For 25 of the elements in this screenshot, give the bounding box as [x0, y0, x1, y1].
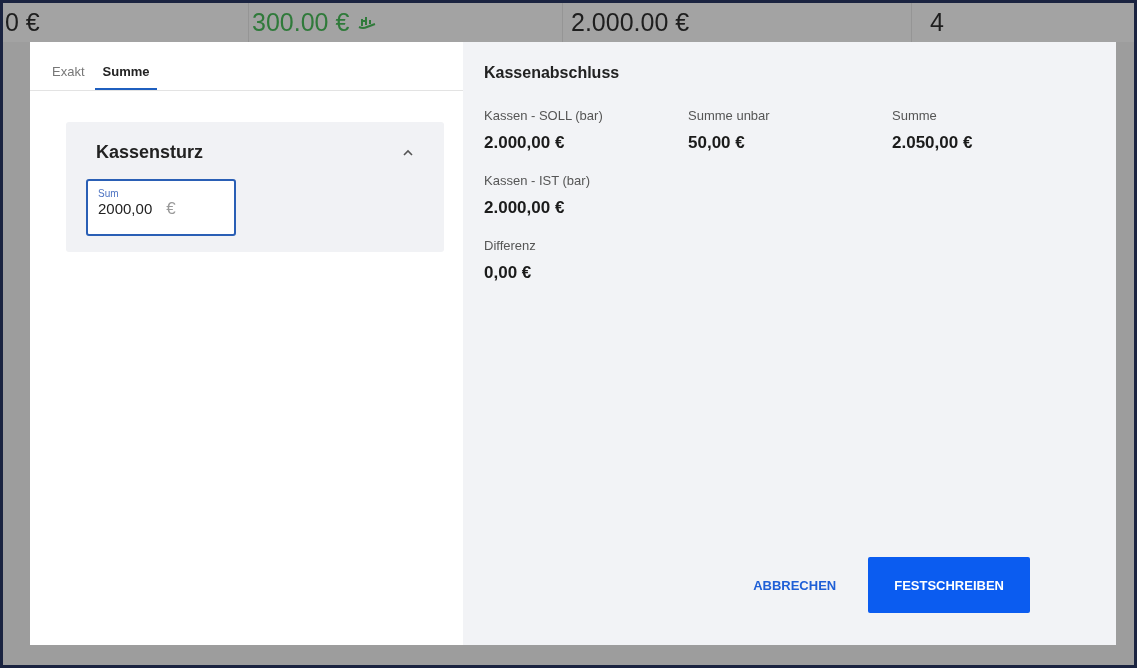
summary-label: Summe — [892, 108, 938, 123]
summary-label: Summe unbar — [688, 108, 771, 123]
field-label: Sum — [98, 188, 120, 199]
cancel-button[interactable]: ABBRECHEN — [731, 557, 859, 613]
amount-text: 0 € — [5, 8, 40, 37]
summary-value: 0,00 € — [484, 263, 533, 283]
panel-title: Kassenabschluss — [484, 64, 621, 82]
summary-label: Kassen - IST (bar) — [484, 173, 591, 188]
tab[interactable]: Summe — [94, 42, 158, 90]
summary-value: 50,00 € — [688, 133, 746, 153]
summary-value: 2.000,00 € — [484, 133, 566, 153]
summary-value: 2.000,00 € — [484, 198, 566, 218]
summary-value: 2.050,00 € — [892, 133, 974, 153]
card-title: Kassensturz — [96, 142, 204, 163]
tab[interactable]: Exakt — [46, 42, 91, 90]
summary-label: Kassen - SOLL (bar) — [484, 108, 604, 123]
commit-button[interactable]: FESTSCHREIBEN — [868, 557, 1030, 613]
input-field[interactable]: Sum 2000,00 € — [86, 179, 236, 236]
currency-suffix: € — [166, 199, 176, 219]
amount-text: 4 — [930, 8, 944, 37]
summary-label: Differenz — [484, 238, 537, 253]
field-value: 2000,00 — [98, 200, 153, 217]
amount-text: 300.00 € — [252, 8, 350, 37]
chevron-icon[interactable] — [402, 148, 414, 157]
amount-text: 2.000.00 € — [571, 8, 690, 37]
